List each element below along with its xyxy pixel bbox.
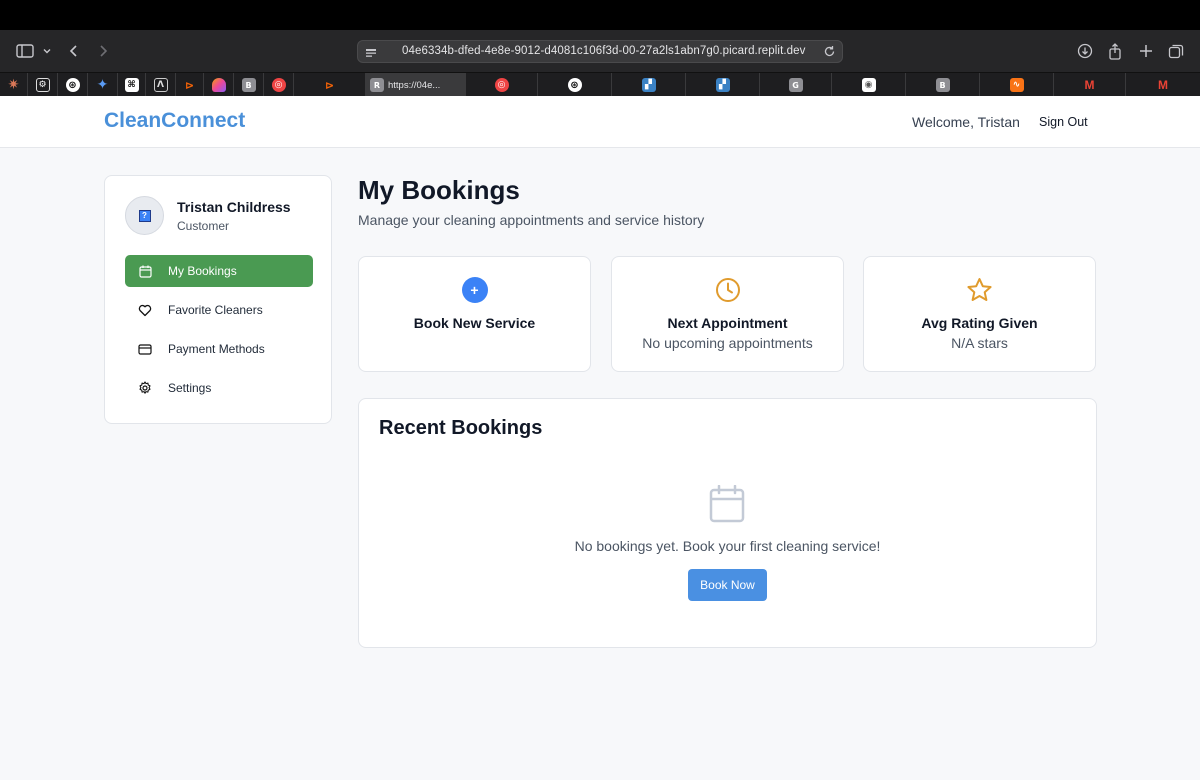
avg-rating-card: Avg Rating Given N/A stars — [863, 256, 1096, 372]
download-icon[interactable] — [1077, 39, 1093, 63]
plus-icon: + — [461, 277, 488, 303]
g-letter-icon: G — [788, 78, 803, 92]
tab-overview-icon[interactable] — [1168, 39, 1184, 63]
gmail-icon: M — [1158, 78, 1168, 92]
app-icon: Λ — [153, 78, 168, 92]
app-icon: ◎ — [494, 78, 509, 92]
tab-claude[interactable]: ✷ — [0, 73, 28, 97]
app-icon: ▞ — [641, 78, 656, 92]
tab-19[interactable]: B — [906, 73, 980, 97]
screen-top-bar — [0, 0, 1200, 30]
sidebar-toggle-icon[interactable] — [16, 39, 34, 63]
clock-icon — [715, 277, 741, 308]
tab-gmail-2[interactable]: M — [1126, 73, 1200, 97]
avatar-placeholder-icon: ? — [138, 209, 151, 222]
openai-icon: ⊛ — [65, 78, 80, 92]
url-text[interactable]: 04e6334b-dfed-4e8e-9012-d4081c106f3d-00-… — [402, 45, 806, 57]
tab-15[interactable]: ▞ — [612, 73, 686, 97]
gemini-icon: ✦ — [96, 77, 109, 93]
avatar: ? — [125, 196, 164, 235]
sidebar: ? Tristan Childress Customer My Bookings… — [104, 175, 332, 424]
tab-replit-1[interactable]: ⊳ — [176, 73, 204, 97]
replit-icon: ⊳ — [184, 78, 195, 92]
openai-icon: ⊛ — [567, 78, 582, 92]
app-header: CleanConnect Welcome, Tristan Sign Out — [0, 96, 1200, 148]
tab-2[interactable]: ⚙ — [28, 73, 58, 97]
card-title: Book New Service — [413, 315, 536, 331]
app-icon: ⌘ — [124, 78, 139, 92]
forward-icon[interactable] — [97, 39, 109, 63]
r-letter-icon: R — [370, 78, 384, 92]
book-now-button[interactable]: Book Now — [688, 569, 767, 601]
card-subtitle: No upcoming appointments — [642, 335, 813, 351]
tab-18[interactable]: ◉ — [832, 73, 906, 97]
tab-active[interactable]: R https://04e... — [366, 73, 466, 97]
replit-icon: ⊳ — [324, 78, 335, 92]
active-tab-title: https://04e... — [388, 79, 441, 91]
new-tab-icon[interactable] — [1139, 39, 1153, 63]
sidebar-item-favorite-cleaners[interactable]: Favorite Cleaners — [125, 294, 313, 326]
app-icon: ⚙ — [35, 78, 50, 92]
b-letter-icon: B — [241, 78, 256, 92]
sidebar-item-label: Payment Methods — [168, 342, 265, 356]
user-name: Tristan Childress — [177, 199, 291, 215]
tab-14[interactable]: ⊛ — [538, 73, 612, 97]
sidebar-item-label: Settings — [168, 381, 212, 395]
card-title: Avg Rating Given — [921, 315, 1038, 331]
chevron-down-icon[interactable] — [42, 39, 52, 63]
card-subtitle: N/A stars — [951, 335, 1008, 351]
book-new-service-card[interactable]: + Book New Service — [358, 256, 591, 372]
tab-10[interactable]: ◎ — [264, 73, 294, 97]
welcome-text: Welcome, Tristan — [912, 114, 1020, 130]
tab-gemini[interactable]: ✦ — [88, 73, 118, 97]
empty-state-text: No bookings yet. Book your first cleanin… — [574, 538, 881, 554]
page-title: My Bookings — [358, 175, 520, 205]
tab-20[interactable]: ∿ — [980, 73, 1054, 97]
sidebar-item-label: Favorite Cleaners — [168, 303, 263, 317]
back-icon[interactable] — [68, 39, 80, 63]
app-icon: ∿ — [1009, 78, 1024, 92]
tab-9[interactable]: B — [234, 73, 264, 97]
tab-17[interactable]: G — [760, 73, 832, 97]
recent-bookings-title: Recent Bookings — [379, 417, 543, 439]
next-appointment-card: Next Appointment No upcoming appointment… — [611, 256, 844, 372]
calendar-icon — [709, 484, 745, 528]
sidebar-item-settings[interactable]: Settings — [125, 372, 313, 404]
tab-gmail-1[interactable]: M — [1054, 73, 1126, 97]
heart-icon — [138, 303, 152, 317]
tab-5[interactable]: ⌘ — [118, 73, 146, 97]
site-settings-icon[interactable] — [365, 46, 377, 64]
recent-bookings-panel: Recent Bookings No bookings yet. Book yo… — [358, 398, 1097, 648]
sidebar-item-payment-methods[interactable]: Payment Methods — [125, 333, 313, 365]
claude-icon: ✷ — [7, 77, 20, 93]
star-icon — [966, 277, 993, 308]
reload-icon[interactable] — [823, 45, 836, 63]
app-logo[interactable]: CleanConnect — [104, 109, 245, 133]
tab-chatgpt[interactable]: ⊛ — [58, 73, 88, 97]
credit-card-icon — [138, 342, 152, 356]
calendar-icon — [138, 264, 152, 278]
sign-out-button[interactable]: Sign Out — [1039, 115, 1088, 129]
app-icon — [211, 78, 226, 92]
app-icon: ◉ — [861, 78, 876, 92]
tab-16[interactable]: ▞ — [686, 73, 760, 97]
share-icon[interactable] — [1108, 39, 1122, 63]
card-title: Next Appointment — [667, 315, 788, 331]
user-role: Customer — [177, 219, 230, 233]
tab-8[interactable] — [204, 73, 234, 97]
tab-6[interactable]: Λ — [146, 73, 176, 97]
tab-13[interactable]: ◎ — [466, 73, 538, 97]
app-icon: ◎ — [271, 78, 286, 92]
app-icon: ▞ — [715, 78, 730, 92]
page-subtitle: Manage your cleaning appointments and se… — [358, 212, 705, 228]
gear-icon — [138, 381, 152, 395]
gmail-icon: M — [1084, 78, 1095, 92]
tab-replit-2[interactable]: ⊳ — [294, 73, 366, 97]
sidebar-item-label: My Bookings — [168, 264, 237, 278]
address-bar[interactable]: 04e6334b-dfed-4e8e-9012-d4081c106f3d-00-… — [357, 40, 843, 63]
b-letter-icon: B — [935, 78, 950, 92]
tab-strip: ✷ ⚙ ⊛ ✦ ⌘ Λ ⊳ B ◎ ⊳ R https://04e... ◎ ⊛… — [0, 72, 1200, 97]
sidebar-item-my-bookings[interactable]: My Bookings — [125, 255, 313, 287]
